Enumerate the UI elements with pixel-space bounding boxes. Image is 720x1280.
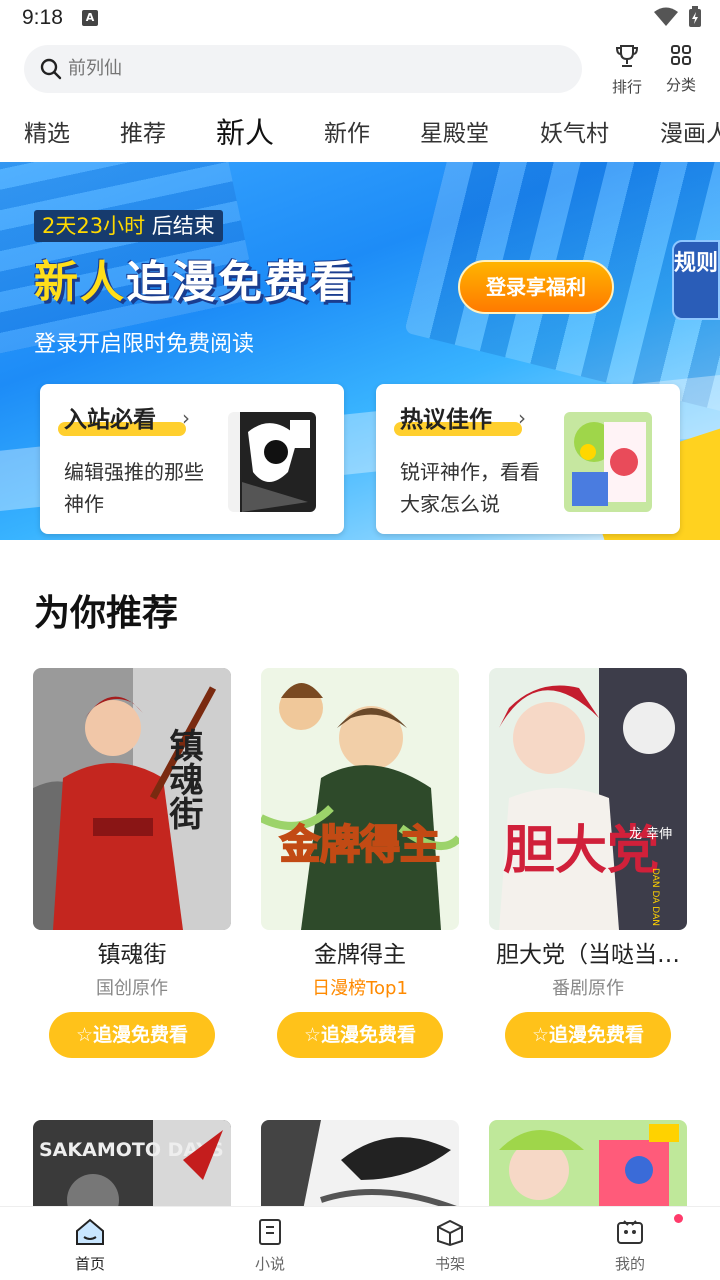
cover-art: 镇魂街 (33, 668, 231, 930)
cover-author: 龙 幸伸 (629, 827, 672, 842)
book-cover-partial[interactable] (489, 1120, 687, 1220)
rank-button[interactable]: 排行 (601, 44, 653, 98)
tab-new-works[interactable]: 新作 (324, 114, 370, 148)
book-cover-partial[interactable] (261, 1120, 459, 1220)
login-benefit-button[interactable]: 登录享福利 (458, 260, 614, 314)
follow-free-button[interactable]: ☆追漫免费看 (49, 1012, 215, 1058)
grid-icon (671, 45, 691, 65)
nav-label: 小说 (254, 1255, 285, 1273)
cover-art (489, 1120, 687, 1220)
card-description: 锐评神作，看看大家怎么说 (400, 460, 540, 516)
notification-a-icon: A (82, 10, 98, 26)
hot-discussion-card[interactable]: 热议佳作 › 锐评神作，看看大家怎么说 (376, 384, 680, 534)
status-icons (654, 6, 702, 28)
card-title: 热议佳作 (400, 407, 492, 433)
book-cover: 金牌得主 (261, 668, 459, 930)
tab-recommend[interactable]: 推荐 (120, 114, 166, 148)
card-title: 入站必看 (64, 407, 156, 433)
status-time: 9:18 (22, 6, 63, 29)
book-name: 胆大党（当哒当… (496, 942, 680, 968)
status-bar: 9:18 A (0, 0, 720, 38)
nav-label: 首页 (74, 1255, 105, 1273)
category-tabs: 精选 推荐 新人 新作 星殿堂 妖气村 漫画人 (0, 106, 720, 158)
book-cover-partial[interactable]: SAKAMOTO DAYS (33, 1120, 231, 1220)
box-icon (437, 1219, 463, 1247)
follow-free-button[interactable]: ☆追漫免费看 (277, 1012, 443, 1058)
notification-dot (674, 1214, 683, 1223)
manga-cover-art (228, 412, 316, 512)
home-icon (76, 1218, 104, 1245)
cover-art: SAKAMOTO DAYS (33, 1120, 231, 1220)
promo-title: 新人追漫免费看 (34, 246, 356, 310)
nav-bookshelf[interactable]: 书架 (405, 1217, 495, 1274)
search-icon (40, 58, 62, 80)
book-tag: 番剧原作 (552, 978, 624, 999)
book-cover: 镇魂街 (33, 668, 231, 930)
countdown-timer: 2天23小时 后结束 (34, 210, 223, 242)
nav-home[interactable]: 首页 (45, 1217, 135, 1274)
nav-profile[interactable]: 我的 (585, 1217, 675, 1274)
rank-label: 排行 (611, 78, 642, 96)
book-tag: 国创原作 (96, 978, 168, 999)
chevron-right-icon: › (182, 406, 190, 430)
battery-icon (689, 6, 701, 27)
nav-label: 我的 (614, 1255, 645, 1273)
card-cover-image (564, 412, 652, 512)
trophy-icon (615, 45, 639, 67)
cover-art (261, 1120, 459, 1220)
promo-banner[interactable]: 2天23小时 后结束 新人追漫免费看 登录开启限时免费阅读 登录享福利 规则 入… (0, 162, 720, 540)
must-read-card[interactable]: 入站必看 › 编辑强推的那些神作 (40, 384, 344, 534)
book-item[interactable]: 胆大党 龙 幸伸 DAN DA DAN 胆大党（当哒当… 番剧原作 ☆追漫免费看 (489, 668, 687, 1058)
tab-star-hall[interactable]: 星殿堂 (420, 114, 489, 148)
book-name: 镇魂街 (97, 942, 167, 968)
cover-art: 胆大党 龙 幸伸 DAN DA DAN (489, 668, 687, 930)
countdown-value: 2天23小时 (42, 214, 146, 238)
book-icon (259, 1219, 281, 1245)
cover-art: 金牌得主 (261, 668, 459, 930)
tab-newcomer[interactable]: 新人 (216, 110, 274, 152)
wifi-icon (654, 7, 678, 26)
manga-cover-art (564, 412, 652, 512)
tab-yaoqi-village[interactable]: 妖气村 (540, 114, 609, 148)
rules-button[interactable]: 规则 (672, 240, 720, 320)
card-description: 编辑强推的那些神作 (64, 460, 204, 516)
cover-romaji: DAN DA DAN (650, 868, 660, 926)
cover-title: 镇魂街 (163, 728, 204, 830)
nav-novel[interactable]: 小说 (225, 1217, 315, 1274)
bottom-navigation: 首页 小说 书架 我的 (0, 1206, 720, 1280)
tab-featured[interactable]: 精选 (24, 114, 70, 148)
book-cover: 胆大党 龙 幸伸 DAN DA DAN (489, 668, 687, 930)
section-title: 为你推荐 (34, 593, 179, 634)
promo-title-highlight: 新人 (34, 257, 126, 308)
countdown-suffix: 后结束 (145, 214, 215, 238)
promo-title-rest: 追漫免费看 (126, 257, 356, 308)
tab-comic-artist[interactable]: 漫画人 (660, 114, 720, 148)
book-item[interactable]: 金牌得主 金牌得主 日漫榜Top1 ☆追漫免费看 (261, 668, 459, 1058)
category-button[interactable]: 分类 (655, 44, 707, 98)
search-bar[interactable] (24, 45, 582, 93)
cover-title: 金牌得主 (279, 822, 440, 868)
chevron-right-icon: › (518, 406, 526, 430)
search-input[interactable] (68, 45, 548, 93)
book-name: 金牌得主 (314, 942, 406, 968)
card-cover-image (228, 412, 316, 512)
nav-label: 书架 (434, 1255, 465, 1273)
profile-icon (617, 1220, 643, 1244)
app-screen: 9:18 A 排行 分类 精选 推荐 新人 新作 星殿堂 妖气村 漫画人 2天2… (0, 0, 720, 1280)
category-label: 分类 (665, 76, 696, 94)
follow-free-button[interactable]: ☆追漫免费看 (505, 1012, 671, 1058)
book-item[interactable]: 镇魂街 镇魂街 国创原作 ☆追漫免费看 (33, 668, 231, 1058)
promo-subtitle: 登录开启限时免费阅读 (34, 332, 255, 357)
book-tag: 日漫榜Top1 (312, 978, 408, 999)
